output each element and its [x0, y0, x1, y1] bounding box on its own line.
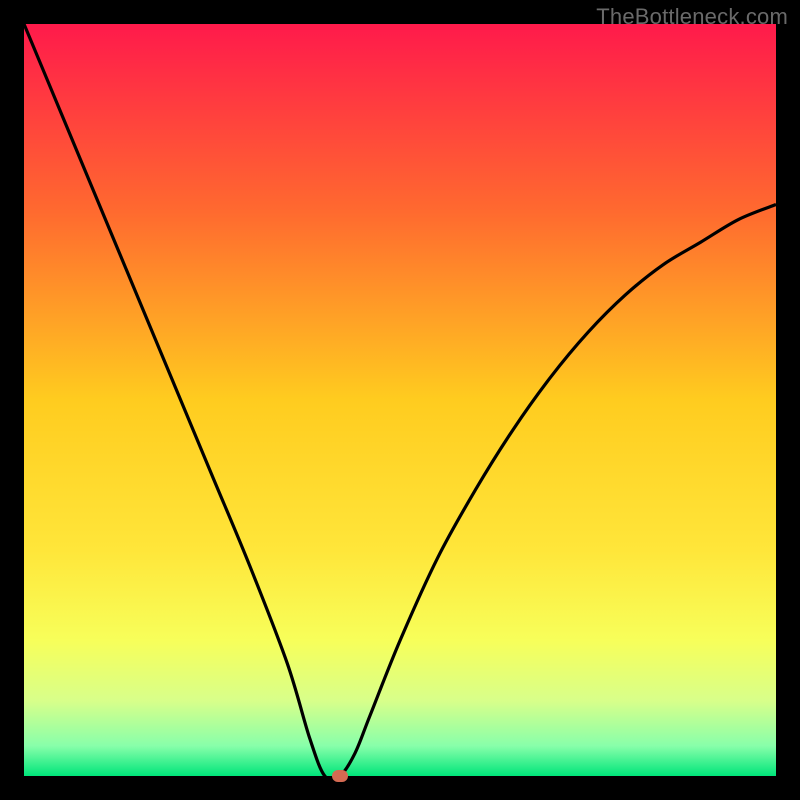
watermark-text: TheBottleneck.com [596, 4, 788, 30]
curve-layer [24, 24, 776, 776]
optimal-point-marker [332, 770, 348, 782]
plot-area [24, 24, 776, 776]
bottleneck-curve [24, 24, 776, 776]
plot-frame [24, 24, 776, 776]
chart-container: TheBottleneck.com [0, 0, 800, 800]
